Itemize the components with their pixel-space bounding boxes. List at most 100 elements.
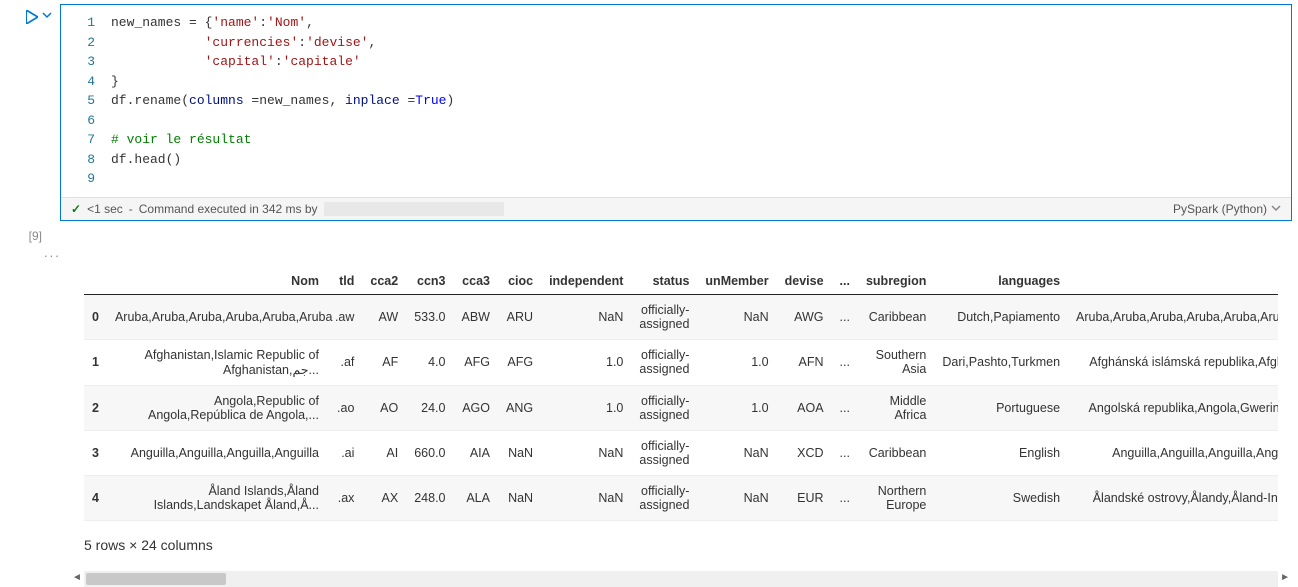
table-cell: AX: [362, 475, 406, 520]
table-cell: Aruba,Aruba,Aruba,Aruba,Aruba,Aruba: [107, 294, 327, 339]
run-icon[interactable]: [26, 10, 38, 27]
table-cell: 1: [84, 339, 107, 385]
table-cell: officially-assigned: [631, 430, 697, 475]
exec-duration: <1 sec: [87, 202, 123, 216]
table-cell: Ålandské ostrovy,Ålandy,Åland-Inseln,Åla…: [1068, 475, 1278, 520]
code-content[interactable]: new_names = {'name':'Nom', 'currencies':…: [111, 13, 1291, 189]
cell-menu-ellipsis[interactable]: ...: [0, 243, 1298, 268]
line-number: 3: [61, 52, 95, 72]
table-cell: ABW: [454, 294, 498, 339]
table-cell: 4.0: [406, 339, 453, 385]
table-cell: 1.0: [541, 339, 631, 385]
scrollbar-thumb[interactable]: [86, 573, 226, 585]
table-cell: 2: [84, 385, 107, 430]
run-controls: [0, 4, 60, 221]
column-header: unMember: [697, 268, 776, 295]
line-gutter: 123456789: [61, 13, 111, 189]
code-line[interactable]: 'currencies':'devise',: [111, 33, 1291, 53]
column-header: cioc: [498, 268, 541, 295]
table-cell: AGO: [454, 385, 498, 430]
column-header: Nom: [107, 268, 327, 295]
column-header: cca2: [362, 268, 406, 295]
table-cell: AFG: [454, 339, 498, 385]
table-cell: Anguilla,Anguilla,Anguilla,Anguilla: [107, 430, 327, 475]
code-line[interactable]: df.rename(columns =new_names, inplace =T…: [111, 91, 1291, 111]
scroll-right-icon[interactable]: ►: [1280, 572, 1290, 583]
table-cell: .af: [327, 339, 362, 385]
column-header: devise: [777, 268, 832, 295]
code-line[interactable]: [111, 169, 1291, 189]
scroll-left-icon[interactable]: ◄: [72, 572, 82, 583]
table-row: 1Afghanistan,Islamic Republic of Afghani…: [84, 339, 1278, 385]
code-editor[interactable]: 123456789 new_names = {'name':'Nom', 'cu…: [61, 5, 1291, 197]
table-cell: AF: [362, 339, 406, 385]
column-header: ccn3: [406, 268, 453, 295]
table-cell: Afghánská islámská republika,Afghánistán…: [1068, 339, 1278, 385]
table-cell: Swedish: [934, 475, 1068, 520]
table-row: 4Åland Islands,Åland Islands,Landskapet …: [84, 475, 1278, 520]
table-cell: Angolská republika,Angola,Gweriniaeth An…: [1068, 385, 1278, 430]
table-cell: NaN: [697, 475, 776, 520]
kernel-selector[interactable]: PySpark (Python): [1173, 202, 1281, 216]
table-cell: AO: [362, 385, 406, 430]
table-row: 3Anguilla,Anguilla,Anguilla,Anguilla.aiA…: [84, 430, 1278, 475]
code-line[interactable]: df.head(): [111, 150, 1291, 170]
column-header: cca3: [454, 268, 498, 295]
code-line[interactable]: # voir le résultat: [111, 130, 1291, 150]
table-cell: NaN: [541, 430, 631, 475]
column-header: independent: [541, 268, 631, 295]
line-number: 4: [61, 72, 95, 92]
code-line[interactable]: 'capital':'capitale': [111, 52, 1291, 72]
table-cell: NaN: [541, 294, 631, 339]
horizontal-scrollbar[interactable]: ◄ ►: [84, 571, 1278, 587]
table-cell: 1.0: [697, 385, 776, 430]
table-cell: officially-assigned: [631, 475, 697, 520]
table-cell: officially-assigned: [631, 385, 697, 430]
table-cell: 1.0: [697, 339, 776, 385]
table-cell: Portuguese: [934, 385, 1068, 430]
table-header-row: Nomtldcca2ccn3cca3ciocindependentstatusu…: [84, 268, 1278, 295]
table-cell: AOA: [777, 385, 832, 430]
line-number: 6: [61, 111, 95, 131]
code-line[interactable]: }: [111, 72, 1291, 92]
table-cell: Afghanistan,Islamic Republic of Afghanis…: [107, 339, 327, 385]
table-cell: Northern Europe: [858, 475, 934, 520]
table-cell: ...: [832, 294, 858, 339]
redacted-user: [324, 202, 504, 216]
table-cell: English: [934, 430, 1068, 475]
table-cell: NaN: [498, 475, 541, 520]
cell-status-bar: ✓ <1 sec - Command executed in 342 ms by…: [61, 197, 1291, 220]
table-cell: AFN: [777, 339, 832, 385]
table-cell: XCD: [777, 430, 832, 475]
exec-message: Command executed in 342 ms by: [139, 202, 318, 216]
table-cell: Caribbean: [858, 294, 934, 339]
code-cell[interactable]: 123456789 new_names = {'name':'Nom', 'cu…: [60, 4, 1292, 221]
code-line[interactable]: [111, 111, 1291, 131]
table-cell: 4: [84, 475, 107, 520]
table-cell: ...: [832, 475, 858, 520]
column-header: ...: [832, 268, 858, 295]
column-header: tld: [327, 268, 362, 295]
table-cell: Anguilla,Anguilla,Anguilla,Anguilla,Angu…: [1068, 430, 1278, 475]
column-header: status: [631, 268, 697, 295]
table-cell: NaN: [697, 294, 776, 339]
line-number: 8: [61, 150, 95, 170]
table-cell: AW: [362, 294, 406, 339]
code-line[interactable]: new_names = {'name':'Nom',: [111, 13, 1291, 33]
table-cell: 1.0: [541, 385, 631, 430]
table-cell: Dutch,Papiamento: [934, 294, 1068, 339]
table-cell: Caribbean: [858, 430, 934, 475]
table-cell: NaN: [697, 430, 776, 475]
table-cell: 24.0: [406, 385, 453, 430]
table-cell: 3: [84, 430, 107, 475]
column-header: subregion: [858, 268, 934, 295]
chevron-down-icon: [1271, 202, 1281, 216]
table-cell: 248.0: [406, 475, 453, 520]
column-header: languages: [934, 268, 1068, 295]
line-number: 9: [61, 169, 95, 189]
table-cell: ANG: [498, 385, 541, 430]
chevron-down-icon[interactable]: [42, 10, 52, 23]
dataframe-wrapper[interactable]: Nomtldcca2ccn3cca3ciocindependentstatusu…: [84, 268, 1278, 521]
table-cell: AWG: [777, 294, 832, 339]
column-header: translations: [1068, 268, 1278, 295]
